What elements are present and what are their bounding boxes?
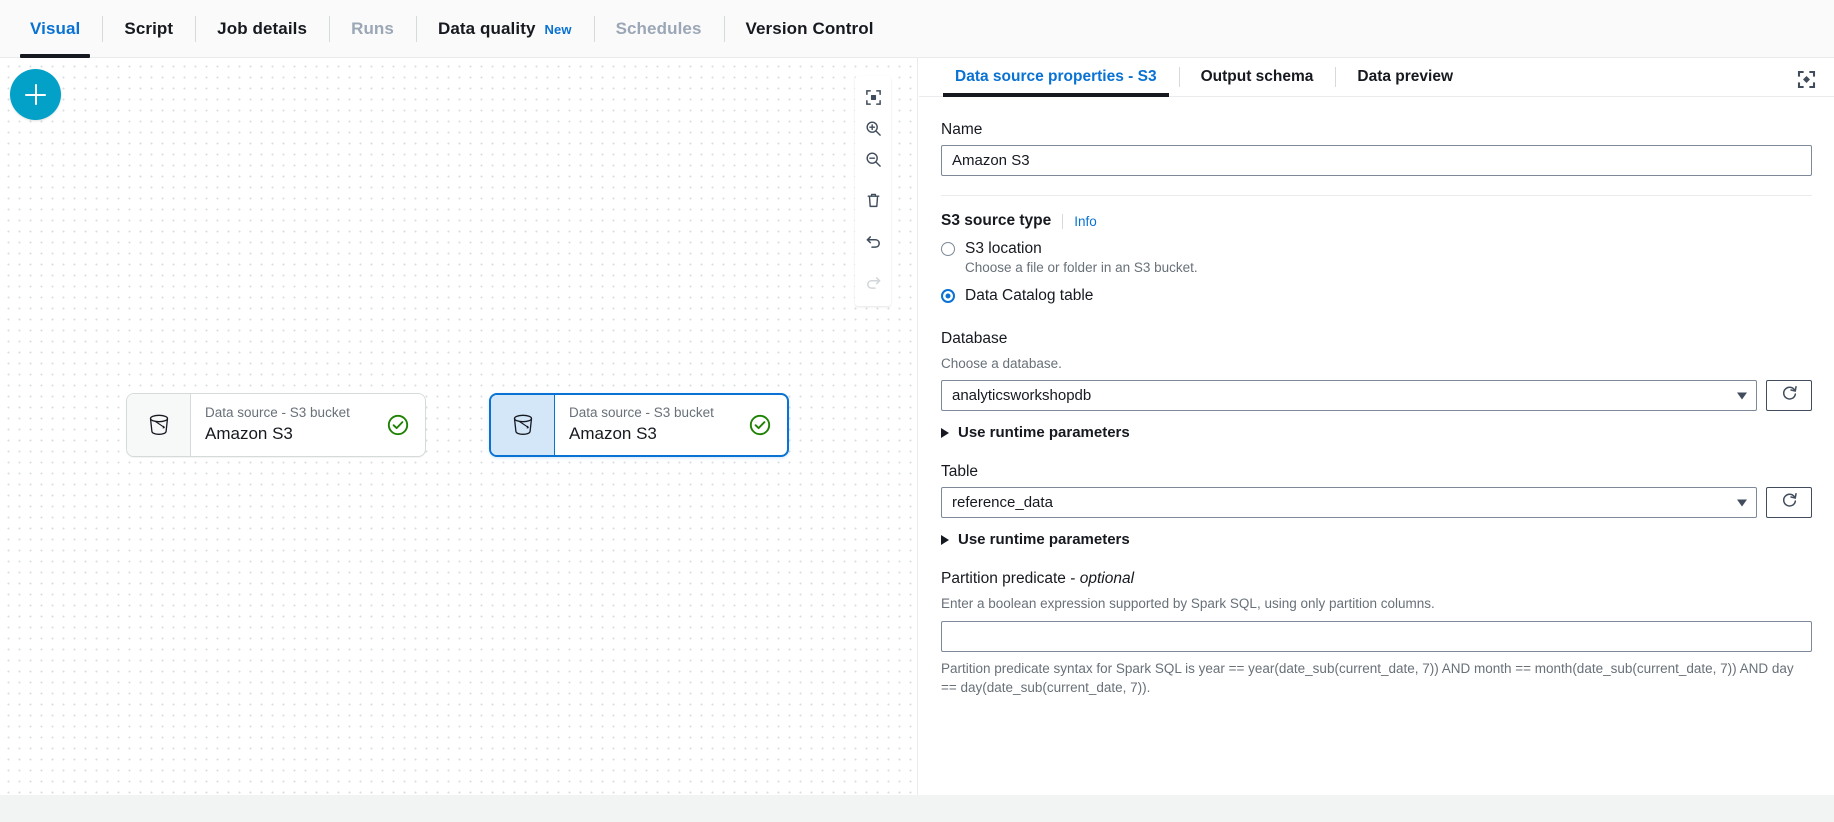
- zoom-out-icon[interactable]: [855, 144, 891, 175]
- radio-s3-location[interactable]: S3 location: [941, 239, 1812, 258]
- s3-source-type-label: S3 source type: [941, 212, 1052, 229]
- plus-icon: [25, 84, 46, 105]
- tab-version-control[interactable]: Version Control: [723, 0, 896, 58]
- name-input[interactable]: [941, 145, 1812, 176]
- zoom-in-icon[interactable]: [855, 113, 891, 144]
- partition-predicate-label: Partition predicate - optional: [941, 570, 1812, 588]
- refresh-icon: [1781, 385, 1798, 407]
- table-row: reference_data: [941, 487, 1812, 519]
- tab-schedules: Schedules: [593, 0, 724, 58]
- radio-s3-location-control[interactable]: [941, 242, 955, 256]
- name-label: Name: [941, 121, 983, 138]
- chevron-right-icon: [941, 427, 949, 438]
- tab-data-preview-label: Data preview: [1357, 68, 1454, 85]
- node-texts: Data source - S3 bucket Amazon S3: [205, 405, 350, 444]
- delete-icon[interactable]: [855, 185, 891, 216]
- node-body: Data source - S3 bucket Amazon S3: [555, 395, 787, 455]
- info-link[interactable]: Info: [1074, 214, 1097, 229]
- expand-icon[interactable]: [1794, 67, 1818, 91]
- tab-script-label: Script: [124, 19, 174, 38]
- tab-runs: Runs: [329, 0, 416, 58]
- database-hint: Choose a database.: [941, 355, 1062, 371]
- new-badge: New: [544, 21, 572, 37]
- partition-predicate-input[interactable]: [941, 620, 1812, 652]
- tab-visual-label: Visual: [30, 19, 81, 38]
- node-status-badge: [387, 414, 409, 436]
- refresh-icon: [1781, 492, 1798, 514]
- top-tab-list: Visual Script Job details Runs Data qual…: [0, 0, 896, 58]
- divider: [941, 195, 1812, 196]
- partition-predicate-label-main: Partition predicate -: [941, 570, 1080, 588]
- undo-icon[interactable]: [855, 226, 891, 257]
- tab-job-details[interactable]: Job details: [195, 0, 329, 58]
- glue-studio-app: Visual Script Job details Runs Data qual…: [0, 0, 1834, 822]
- chevron-down-icon: [1737, 499, 1747, 507]
- node-texts: Data source - S3 bucket Amazon S3: [569, 405, 714, 444]
- canvas-node-s3-source-2[interactable]: Data source - S3 bucket Amazon S3: [489, 393, 789, 457]
- table-label: Table: [941, 463, 979, 481]
- database-row: analyticsworkshopdb: [941, 380, 1812, 412]
- radio-s3-location-description: Choose a file or folder in an S3 bucket.: [965, 260, 1198, 276]
- chevron-down-icon: [1737, 392, 1747, 400]
- radio-data-catalog-table[interactable]: Data Catalog table: [941, 286, 1812, 305]
- tab-runs-label: Runs: [351, 19, 394, 38]
- node-body: Data source - S3 bucket Amazon S3: [191, 394, 425, 456]
- top-tab-bar: Visual Script Job details Runs Data qual…: [0, 0, 1834, 58]
- node-title: Amazon S3: [569, 424, 657, 444]
- tab-schedules-label: Schedules: [615, 19, 702, 38]
- node-subtitle: Data source - S3 bucket: [569, 405, 714, 421]
- tab-script[interactable]: Script: [102, 0, 195, 58]
- database-runtime-parameters-label: Use runtime parameters: [958, 424, 1130, 442]
- s3-source-type-header: S3 source type Info: [941, 212, 1812, 230]
- database-refresh-button[interactable]: [1766, 380, 1812, 412]
- table-runtime-parameters-expander[interactable]: Use runtime parameters: [941, 531, 1812, 548]
- database-label: Database: [941, 329, 1008, 347]
- table-runtime-parameters-label: Use runtime parameters: [958, 531, 1130, 549]
- database-select-value: analyticsworkshopdb: [952, 387, 1092, 405]
- radio-data-catalog-table-label: Data Catalog table: [965, 287, 1094, 305]
- tab-data-preview[interactable]: Data preview: [1335, 58, 1475, 96]
- database-select[interactable]: analyticsworkshopdb: [941, 380, 1757, 412]
- redo-icon: [855, 267, 891, 298]
- tab-output-schema-label: Output schema: [1200, 68, 1314, 85]
- tab-data-quality-label: Data quality: [437, 19, 536, 38]
- label-separator: [1062, 213, 1064, 229]
- radio-s3-location-label: S3 location: [965, 240, 1042, 257]
- node-title: Amazon S3: [205, 424, 293, 444]
- panel-tab-bar: Data source properties - S3 Output schem…: [919, 58, 1834, 97]
- tab-version-control-label: Version Control: [745, 19, 874, 38]
- tab-data-source-properties-label: Data source properties - S3: [955, 68, 1157, 85]
- properties-panel: Data source properties - S3 Output schem…: [919, 58, 1834, 795]
- fit-to-screen-icon[interactable]: [855, 82, 891, 113]
- table-select-value: reference_data: [952, 494, 1053, 512]
- visual-canvas[interactable]: Data source - S3 bucket Amazon S3 Data s…: [0, 58, 918, 795]
- partition-predicate-footnote: Partition predicate syntax for Spark SQL…: [941, 660, 1794, 696]
- radio-data-catalog-table-control[interactable]: [941, 289, 955, 304]
- canvas-toolbar: [855, 76, 891, 306]
- table-refresh-button[interactable]: [1766, 487, 1812, 519]
- partition-predicate-hint: Enter a boolean expression supported by …: [941, 596, 1435, 612]
- tab-data-quality[interactable]: Data quality New: [415, 0, 594, 58]
- database-runtime-parameters-expander[interactable]: Use runtime parameters: [941, 424, 1812, 441]
- add-node-button[interactable]: [10, 69, 61, 120]
- tab-output-schema[interactable]: Output schema: [1178, 58, 1336, 96]
- tab-data-source-properties[interactable]: Data source properties - S3: [933, 58, 1179, 97]
- partition-predicate-optional: optional: [1079, 570, 1135, 588]
- tab-job-details-label: Job details: [217, 19, 308, 38]
- table-select[interactable]: reference_data: [941, 487, 1757, 519]
- node-subtitle: Data source - S3 bucket: [205, 405, 350, 421]
- chevron-right-icon: [941, 534, 949, 545]
- properties-form: Name S3 source type Info S3 location Cho…: [919, 97, 1834, 698]
- node-status-badge: [749, 414, 771, 436]
- s3-bucket-icon: [491, 395, 555, 455]
- s3-bucket-icon: [127, 394, 191, 456]
- canvas-node-s3-source-1[interactable]: Data source - S3 bucket Amazon S3: [126, 393, 426, 457]
- footer-bar: [0, 795, 1834, 822]
- tab-visual[interactable]: Visual: [8, 0, 102, 58]
